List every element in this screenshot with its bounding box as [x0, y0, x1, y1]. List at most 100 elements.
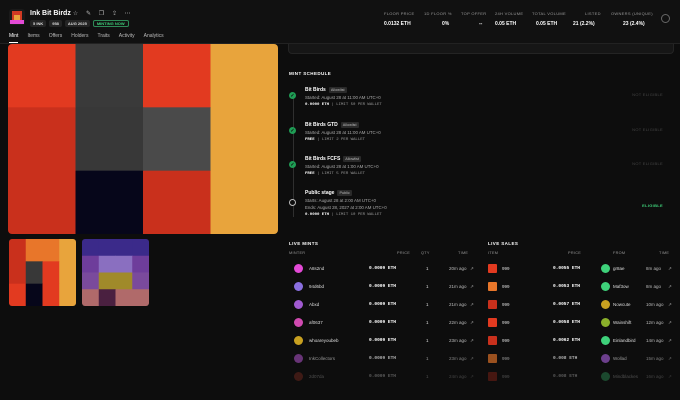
- tab-analytics[interactable]: Analytics: [144, 33, 164, 43]
- pixel-cell: [98, 272, 116, 290]
- external-link-icon[interactable]: ↗: [470, 356, 474, 362]
- seller-name[interactable]: Maf3ow: [613, 284, 629, 289]
- copy-icon[interactable]: ❐: [98, 10, 105, 17]
- item-id[interactable]: 999: [502, 266, 510, 271]
- mint-time[interactable]: 23m ago: [449, 356, 467, 361]
- mint-time[interactable]: 24m ago: [449, 374, 467, 379]
- pixel-cell: [9, 283, 27, 306]
- external-link-icon[interactable]: ↗: [668, 338, 672, 344]
- share-icon[interactable]: ⇪: [111, 10, 118, 17]
- mint-time[interactable]: 23m ago: [449, 338, 467, 343]
- external-link-icon[interactable]: ↗: [470, 284, 474, 290]
- table-row[interactable]: Abxd 0.0009 ETH 1 21m ago ↗: [289, 299, 477, 311]
- item-id[interactable]: 999: [502, 284, 510, 289]
- seller-name[interactable]: Wainshift: [613, 320, 631, 325]
- sale-time[interactable]: 12m ago: [646, 320, 664, 325]
- sale-time[interactable]: 14m ago: [646, 338, 664, 343]
- table-row[interactable]: 999 0.008 ETH Mindblackes 16m ago ↗: [488, 371, 675, 383]
- minter-name[interactable]: af0637: [309, 320, 323, 325]
- external-link-icon[interactable]: ↗: [470, 338, 474, 344]
- item-id[interactable]: 999: [502, 302, 510, 307]
- external-link-icon[interactable]: ↗: [470, 266, 474, 272]
- external-link-icon[interactable]: ↗: [668, 302, 672, 308]
- external-link-icon[interactable]: ↗: [668, 356, 672, 362]
- minter-name[interactable]: Abxd: [309, 302, 319, 307]
- external-link-icon[interactable]: ↗: [470, 302, 474, 308]
- mint-stage[interactable]: ✓ Bit Birds FCFS Allowlist Started: Augus…: [289, 156, 669, 184]
- avatar: [294, 318, 303, 327]
- mint-card-bottom: [288, 44, 674, 54]
- artwork-thumbnail[interactable]: [9, 239, 76, 306]
- external-link-icon[interactable]: ↗: [470, 374, 474, 380]
- stat-floor-price: FLOOR PRICE 0.0132 ETH: [384, 11, 415, 27]
- mint-qty: 1: [426, 338, 429, 343]
- table-row[interactable]: 999 0.0055 ETH gr8ae 8m ago ↗: [488, 263, 675, 275]
- tab-activity[interactable]: Activity: [119, 33, 135, 43]
- seller-name[interactable]: Einlandbird: [613, 338, 636, 343]
- external-link-icon[interactable]: ↗: [668, 284, 672, 290]
- sale-time[interactable]: 15m ago: [646, 356, 664, 361]
- table-row[interactable]: af0637 0.0009 ETH 1 22m ago ↗: [289, 317, 477, 329]
- table-row[interactable]: A8s2nd 0.0009 ETH 1 20m ago ↗: [289, 263, 477, 275]
- table-row[interactable]: whoareyoubeb 0.0009 ETH 1 23m ago ↗: [289, 335, 477, 347]
- external-link-icon[interactable]: ↗: [470, 320, 474, 326]
- refresh-icon[interactable]: [661, 14, 670, 23]
- sale-time[interactable]: 8m ago: [646, 284, 661, 289]
- sale-time[interactable]: 16m ago: [646, 374, 664, 379]
- pixel-cell: [8, 170, 76, 234]
- mint-time[interactable]: 20m ago: [449, 266, 467, 271]
- minter-name[interactable]: whoareyoubeb: [309, 338, 339, 343]
- seller-name[interactable]: Mindblackes: [613, 374, 638, 379]
- minter-name[interactable]: A8s2nd: [309, 266, 324, 271]
- external-link-icon[interactable]: ↗: [668, 320, 672, 326]
- table-row[interactable]: 2d07da 0.0009 ETH 1 24m ago ↗: [289, 371, 477, 383]
- stage-status: NOT ELIGIBLE: [632, 127, 663, 132]
- avatar: [294, 372, 303, 381]
- item-id[interactable]: 999: [502, 356, 510, 361]
- table-row[interactable]: 94d6bd 0.0009 ETH 1 21m ago ↗: [289, 281, 477, 293]
- external-link-icon[interactable]: ↗: [668, 374, 672, 380]
- mint-stage[interactable]: ✓ Bit Birds Allowlist Started: August 28 …: [289, 87, 669, 115]
- item-id[interactable]: 999: [502, 374, 510, 379]
- external-link-icon[interactable]: ↗: [668, 266, 672, 272]
- minter-name[interactable]: InkCollectors: [309, 356, 335, 361]
- table-row[interactable]: 999 0.0057 ETH Nowcute 10m ago ↗: [488, 299, 675, 311]
- tab-traits[interactable]: Traits: [97, 33, 109, 43]
- tab-items[interactable]: Items: [27, 33, 39, 43]
- chain-chip: 5 INK: [30, 20, 47, 27]
- star-icon[interactable]: ☆: [72, 10, 79, 17]
- mint-time[interactable]: 22m ago: [449, 320, 467, 325]
- seller-name[interactable]: Wollad: [613, 356, 627, 361]
- mint-time[interactable]: 21m ago: [449, 284, 467, 289]
- seller-name[interactable]: Nowcute: [613, 302, 631, 307]
- table-row[interactable]: 999 0.0058 ETH Wainshift 12m ago ↗: [488, 317, 675, 329]
- mint-stage[interactable]: ✓ Bit Birds GTD Allowlist Started: August…: [289, 122, 669, 150]
- more-icon[interactable]: ⋯: [124, 10, 131, 17]
- pixel-cell: [210, 44, 278, 108]
- pixel-cell: [115, 255, 133, 273]
- minter-name[interactable]: 2d07da: [309, 374, 324, 379]
- featured-artwork[interactable]: [8, 44, 278, 234]
- item-thumbnail: [488, 336, 497, 345]
- mint-qty: 1: [426, 374, 429, 379]
- avatar: [601, 372, 610, 381]
- mint-time[interactable]: 21m ago: [449, 302, 467, 307]
- tab-offers[interactable]: Offers: [49, 33, 63, 43]
- seller-name[interactable]: gr8ae: [613, 266, 625, 271]
- minter-name[interactable]: 94d6bd: [309, 284, 324, 289]
- edit-icon[interactable]: ✎: [85, 10, 92, 17]
- sale-time[interactable]: 10m ago: [646, 302, 664, 307]
- pixel-cell: [98, 255, 116, 273]
- item-id[interactable]: 999: [502, 338, 510, 343]
- table-row[interactable]: 999 0.0062 ETH Einlandbird 14m ago ↗: [488, 335, 675, 347]
- item-thumbnail: [488, 264, 497, 273]
- item-id[interactable]: 999: [502, 320, 510, 325]
- table-row[interactable]: 999 0.0053 ETH Maf3ow 8m ago ↗: [488, 281, 675, 293]
- tab-mint[interactable]: Mint: [9, 33, 19, 43]
- table-row[interactable]: 999 0.008 ETH Wollad 15m ago ↗: [488, 353, 675, 365]
- tab-holders[interactable]: Holders: [71, 33, 88, 43]
- sale-time[interactable]: 8m ago: [646, 266, 661, 271]
- table-row[interactable]: InkCollectors 0.0009 ETH 1 23m ago ↗: [289, 353, 477, 365]
- mint-stage[interactable]: Public stage Public Starts: August 28 at …: [289, 190, 669, 226]
- artwork-thumbnail[interactable]: [82, 239, 149, 306]
